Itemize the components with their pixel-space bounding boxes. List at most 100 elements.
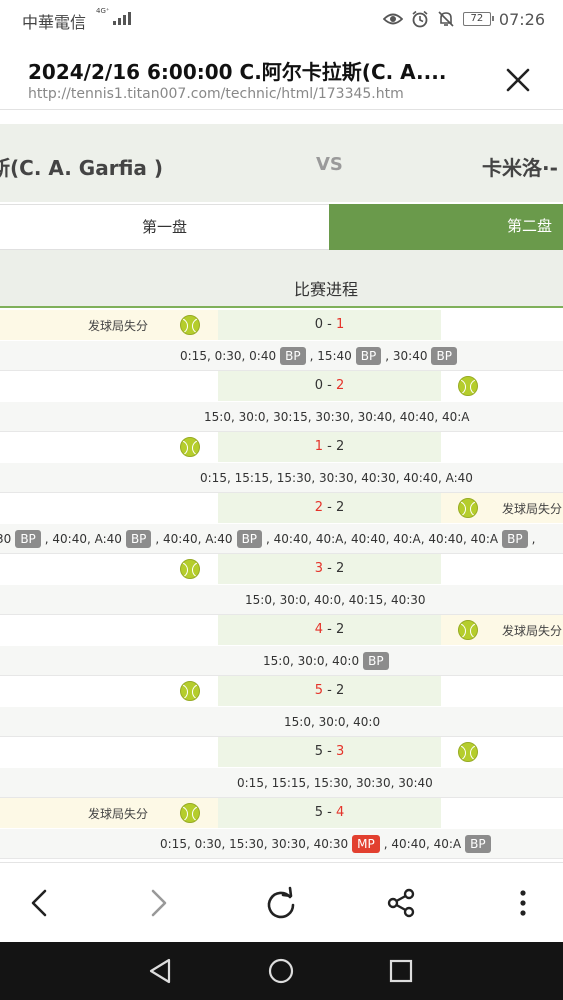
points-text: 15:0, 30:0, 40:0: [284, 714, 381, 729]
tennis-ball-icon: [180, 559, 200, 579]
player-1-cell: 发球局失分: [0, 310, 218, 340]
game-score: 5 - 2: [218, 676, 441, 706]
player-1-cell: [0, 676, 218, 706]
points-text: 15:0, 30:0, 30:15, 30:30, 30:40, 40:40, …: [204, 409, 470, 424]
points-text: 15:0, 30:0, 40:0: [263, 653, 360, 668]
reload-icon[interactable]: [261, 883, 301, 923]
score-separator: -: [323, 378, 336, 393]
player-2-cell: 发球局失分: [441, 493, 563, 523]
page-title: 2024/2/16 6:00:00 C.阿尔卡拉斯(C. A....: [28, 60, 447, 84]
browser-header: 2024/2/16 6:00:00 C.阿尔卡拉斯(C. A.... http:…: [0, 40, 563, 110]
score-separator: -: [323, 500, 336, 515]
game-score: 4 - 2: [218, 615, 441, 645]
points-row: 15:0, 30:0, 40:0: [0, 706, 563, 737]
tennis-ball-icon: [458, 620, 478, 640]
tennis-ball-icon: [458, 498, 478, 518]
vs-label: VS: [316, 154, 343, 175]
tab-set-1[interactable]: 第一盘: [0, 204, 329, 250]
close-icon[interactable]: [500, 62, 536, 98]
carrier-label: 中華電信: [22, 13, 87, 32]
score-separator: -: [323, 683, 336, 698]
tab-set-2-label: 第二盘: [507, 217, 553, 235]
game-row[interactable]: 1 - 2: [0, 432, 563, 462]
game-row[interactable]: 3 - 2: [0, 554, 563, 584]
points-row: 0:15, 0:30, 15:30, 30:30, 40:30 MP, 40:40…: [0, 828, 563, 859]
game-row[interactable]: 5 - 3: [0, 737, 563, 767]
score-separator: -: [323, 561, 336, 576]
player-2-name: 卡米洛·-: [482, 156, 558, 180]
page-content: 拉斯(C. A. Garfia ) VS 卡米洛·- 第一盘 第二盘 比赛进程 …: [0, 110, 563, 862]
game-score: 1 - 2: [218, 432, 441, 462]
points-row: 15:0, 30:0, 40:0 BP: [0, 645, 563, 676]
game-row[interactable]: 发球局失分 5 - 4: [0, 798, 563, 828]
score-left: 1: [314, 439, 324, 454]
match-header: 拉斯(C. A. Garfia ) VS 卡米洛·-: [0, 124, 563, 202]
player-1-cell: [0, 737, 218, 767]
lost-service-label: 发球局失分: [88, 319, 149, 333]
game-row[interactable]: 5 - 2: [0, 676, 563, 706]
score-left: 0: [314, 317, 324, 332]
break-point-tag: BP: [280, 346, 306, 365]
player-2-cell: [441, 554, 563, 584]
nav-back-icon[interactable]: [145, 955, 177, 987]
points-text: 15:0, 30:0, 40:0, 40:15, 40:30: [245, 592, 426, 607]
system-nav-bar: [0, 942, 563, 1000]
points-row: 0:15, 0:30, 0:40 BP, 15:40 BP, 30:40 BP: [0, 340, 563, 371]
tab-set-2[interactable]: 第二盘: [329, 204, 563, 250]
points-sequence: 15:0, 30:0, 30:15, 30:30, 30:40, 40:40, …: [204, 402, 470, 432]
score-separator: -: [323, 439, 336, 454]
points-text: , 15:40: [309, 348, 352, 363]
score-separator: -: [323, 744, 336, 759]
points-sequence: 15:0, 30:0, 40:0 BP: [263, 646, 393, 676]
page-url[interactable]: http://tennis1.titan007.com/technic/html…: [28, 86, 458, 102]
points-text: , 40:40, A:40: [44, 531, 122, 546]
score-right: 3: [335, 744, 345, 759]
points-text: 0:15, 15:15, 15:30, 30:30, 40:30, 40:40,…: [200, 470, 473, 485]
forward-arrow-icon[interactable]: [138, 883, 178, 923]
score-left: 5: [314, 805, 324, 820]
player-2-cell: 发球局失分: [441, 615, 563, 645]
nav-recents-icon[interactable]: [385, 955, 417, 987]
status-bar: 中華電信 4G⁺ 72 07:26: [0, 0, 563, 40]
player-2-cell: [441, 737, 563, 767]
tennis-ball-icon: [180, 681, 200, 701]
points-text: ,: [531, 531, 536, 546]
points-sequence: 0:15, 15:15, 15:30, 30:30, 40:30, 40:40,…: [200, 463, 473, 493]
points-text: 0:15, 0:30, 0:40: [180, 348, 277, 363]
tennis-ball-icon: [180, 437, 200, 457]
points-row: 15:0, 30:0, 30:15, 30:30, 30:40, 40:40, …: [0, 401, 563, 432]
points-sequence: 0:15, 15:15, 15:30, 30:30, 30:40: [237, 768, 433, 798]
nav-home-icon[interactable]: [265, 955, 297, 987]
game-row[interactable]: 2 - 2 发球局失分: [0, 493, 563, 523]
score-right: 2: [335, 683, 345, 698]
points-sequence: :30BP, 40:40, A:40BP, 40:40, A:40BP, 40:…: [0, 524, 535, 554]
player-1-name: 拉斯(C. A. Garfia ): [0, 156, 163, 180]
game-row[interactable]: 发球局失分 0 - 1: [0, 310, 563, 340]
game-score: 0 - 2: [218, 371, 441, 401]
points-sequence: 0:15, 0:30, 15:30, 30:30, 40:30 MP, 40:40…: [160, 829, 495, 859]
break-point-tag: BP: [431, 346, 457, 365]
break-point-tag: BP: [125, 529, 152, 548]
break-point-tag: BP: [502, 529, 528, 548]
back-arrow-icon[interactable]: [20, 883, 60, 923]
match-point-tag: MP: [352, 834, 380, 853]
game-row[interactable]: 4 - 2 发球局失分: [0, 615, 563, 645]
game-score: 2 - 2: [218, 493, 441, 523]
score-left: 5: [314, 683, 324, 698]
section-title: 比赛进程: [294, 280, 359, 299]
game-score: 5 - 4: [218, 798, 441, 828]
player-1-cell: 发球局失分: [0, 798, 218, 828]
game-row[interactable]: 0 - 2: [0, 371, 563, 401]
share-icon[interactable]: [381, 883, 421, 923]
points-sequence: 15:0, 30:0, 40:0, 40:15, 40:30: [245, 585, 426, 615]
more-vertical-icon[interactable]: [503, 883, 543, 923]
score-left: 0: [314, 378, 324, 393]
score-right: 2: [335, 561, 345, 576]
points-text: 0:15, 0:30, 15:30, 30:30, 40:30: [160, 836, 349, 851]
network-type: 4G⁺: [96, 7, 110, 15]
score-left: 3: [314, 561, 324, 576]
player-1-cell: [0, 371, 218, 401]
score-right: 2: [335, 500, 345, 515]
eye-icon: [382, 13, 403, 25]
score-right: 2: [335, 378, 345, 393]
